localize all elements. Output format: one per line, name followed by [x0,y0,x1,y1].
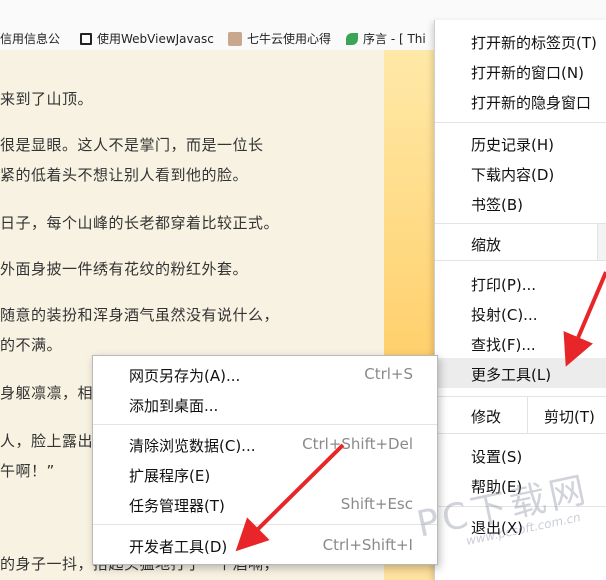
menu-divider [93,524,437,525]
submenu-item-clear-browsing-data[interactable]: 清除浏览数据(C)... [129,435,255,456]
zoom-controls[interactable] [597,224,606,260]
bookmark-item[interactable]: 使用WebViewJavasc [80,29,220,49]
avatar-icon [228,32,242,46]
menu-item-cut[interactable]: 剪切(T) [544,406,595,427]
paragraph: 来到了山顶。 [0,90,94,108]
menu-divider [435,433,606,434]
menu-item-exit[interactable]: 退出(X) [471,517,523,538]
menu-divider [435,506,606,507]
menu-item-help[interactable]: 帮助(E) [471,476,522,497]
menu-divider [435,122,606,123]
shortcut-label: Shift+Esc [340,495,413,513]
leaf-icon [346,33,358,45]
menu-item-find[interactable]: 查找(F)... [471,334,536,355]
menu-divider [435,260,606,261]
edit-cut-cell[interactable]: 剪切(T) [527,397,606,433]
paragraph: 紧的低着头不想让别人看到他的脸。 [0,166,249,184]
menu-item-print[interactable]: 打印(P)... [471,274,536,295]
menu-item-new-tab[interactable]: 打开新的标签页(T) [471,32,597,53]
menu-item-downloads[interactable]: 下载内容(D) [471,164,554,185]
paragraph: 身躯凛凛，相 [0,384,94,402]
paragraph: 人，脸上露出 [0,432,94,450]
menu-item-edit: 修改 [471,408,502,426]
bookmark-label: 使用WebViewJavasc [97,32,214,46]
shortcut-label: Ctrl+Shift+Del [302,435,413,453]
paragraph: 外面身披一件绣有花纹的粉红外套。 [0,260,249,278]
bookmark-label: 序言 - [ Thi [363,32,426,46]
paragraph: 日子，每个山峰的长老都穿着比较正式。 [0,214,280,232]
paragraph: 午啊！” [0,462,55,480]
menu-divider [435,223,606,224]
menu-item-zoom: 缩放 [471,236,502,254]
submenu-item-task-manager[interactable]: 任务管理器(T) [129,495,225,516]
browser-main-menu: 打开新的标签页(T) 打开新的窗口(N) 打开新的隐身窗口 历史记录(H) 下载… [434,20,606,580]
menu-item-new-incognito-window[interactable]: 打开新的隐身窗口 [471,92,591,113]
paragraph: 随意的装扮和浑身酒气虽然没有说什么， [0,306,280,324]
paragraph: 的不满。 [0,336,63,354]
shortcut-label: Ctrl+S [364,365,413,383]
bookmark-item[interactable]: 信用信息公 [0,29,70,49]
bookmark-label: 七牛云使用心得 [247,32,332,46]
menu-divider [93,424,437,425]
bookmark-label: 信用信息公 [0,32,61,46]
code-bracket-icon [80,33,92,45]
submenu-item-extensions[interactable]: 扩展程序(E) [129,465,210,486]
menu-item-new-window[interactable]: 打开新的窗口(N) [471,62,584,83]
shortcut-label: Ctrl+Shift+I [322,536,413,554]
bookmark-item[interactable]: 序言 - [ Thi [346,29,434,49]
menu-item-bookmarks[interactable]: 书签(B) [471,194,523,215]
more-tools-submenu: 网页另存为(A)... Ctrl+S 添加到桌面... 清除浏览数据(C)...… [92,355,438,565]
menu-item-more-tools[interactable]: 更多工具(L) [471,364,551,385]
menu-item-cast[interactable]: 投射(C)... [471,304,537,325]
menu-item-history[interactable]: 历史记录(H) [471,134,554,155]
submenu-item-add-to-desktop[interactable]: 添加到桌面... [129,395,218,416]
paragraph: 很是显眼。这人不是掌门，而是一位长 [0,136,264,154]
submenu-item-save-page[interactable]: 网页另存为(A)... [129,365,240,386]
menu-item-settings[interactable]: 设置(S) [471,446,522,467]
bookmark-item[interactable]: 七牛云使用心得 [228,29,340,49]
submenu-item-developer-tools[interactable]: 开发者工具(D) [129,536,227,557]
